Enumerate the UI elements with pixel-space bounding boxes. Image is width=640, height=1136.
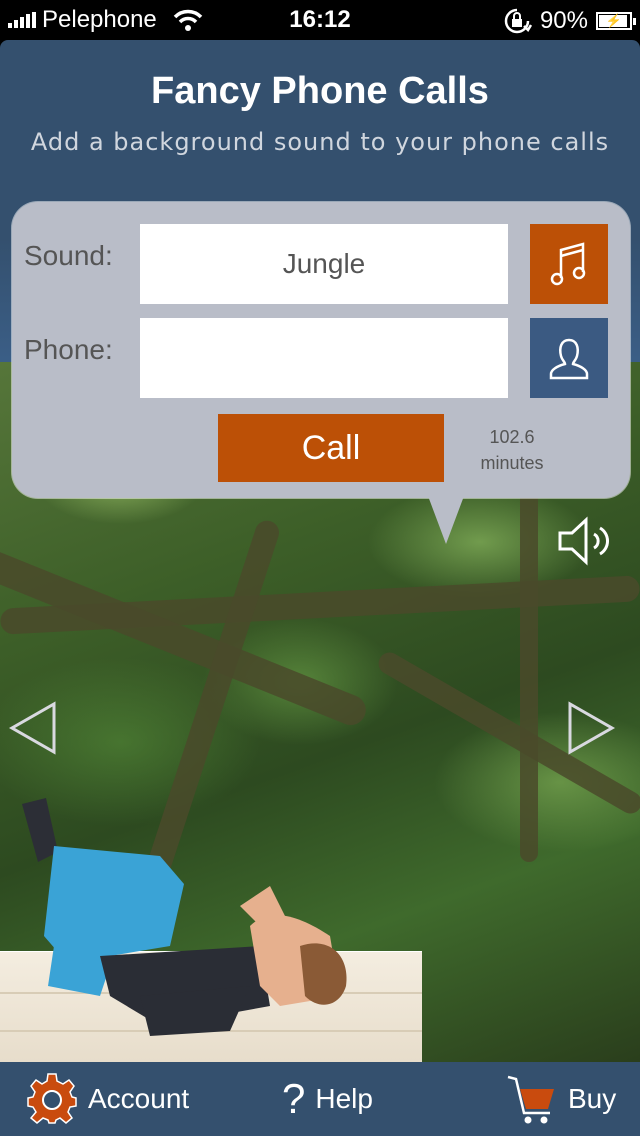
speaker-volume-icon[interactable] [556,516,618,566]
help-tab[interactable]: ? Help [282,1062,373,1136]
previous-sound-arrow-icon[interactable] [6,700,58,756]
choose-sound-button[interactable] [530,224,608,304]
minutes-remaining: 102.6 minutes [464,424,560,476]
account-tab[interactable]: Account [26,1062,189,1136]
sound-field[interactable]: Jungle [140,224,508,304]
question-mark-icon: ? [282,1075,306,1122]
panel-pointer [428,496,464,544]
app-title: Fancy Phone Calls [151,70,489,112]
gear-icon [27,1073,77,1124]
bottom-toolbar: Account ? Help Buy [0,1062,640,1136]
man-on-mattress-image [0,796,422,1062]
buy-label: Buy [568,1083,617,1114]
minutes-value: 102.6 [489,427,535,447]
music-note-icon [550,242,586,286]
battery-percent: 90% [539,7,588,34]
shopping-cart-icon [507,1075,554,1124]
minutes-unit: minutes [480,453,544,473]
status-bar: Pelephone 16:12 90% ⚡ [0,0,640,40]
buy-tab[interactable]: Buy [506,1062,616,1136]
call-button[interactable]: Call [218,414,444,482]
battery-charging-icon: ⚡ [596,12,636,30]
man-figure [22,798,347,1036]
phone-input[interactable] [140,318,508,398]
contacts-button[interactable] [530,318,608,398]
rotation-lock-icon [504,8,532,34]
account-label: Account [88,1083,190,1114]
contact-person-icon [549,338,589,380]
app-subtitle: Add a background sound to your phone cal… [30,128,610,156]
next-sound-arrow-icon[interactable] [566,700,618,756]
help-label: Help [315,1083,373,1114]
sound-label: Sound: [24,240,113,271]
app-screen: Fancy Phone Calls Add a background sound… [0,40,640,1136]
phone-label: Phone: [24,334,113,365]
